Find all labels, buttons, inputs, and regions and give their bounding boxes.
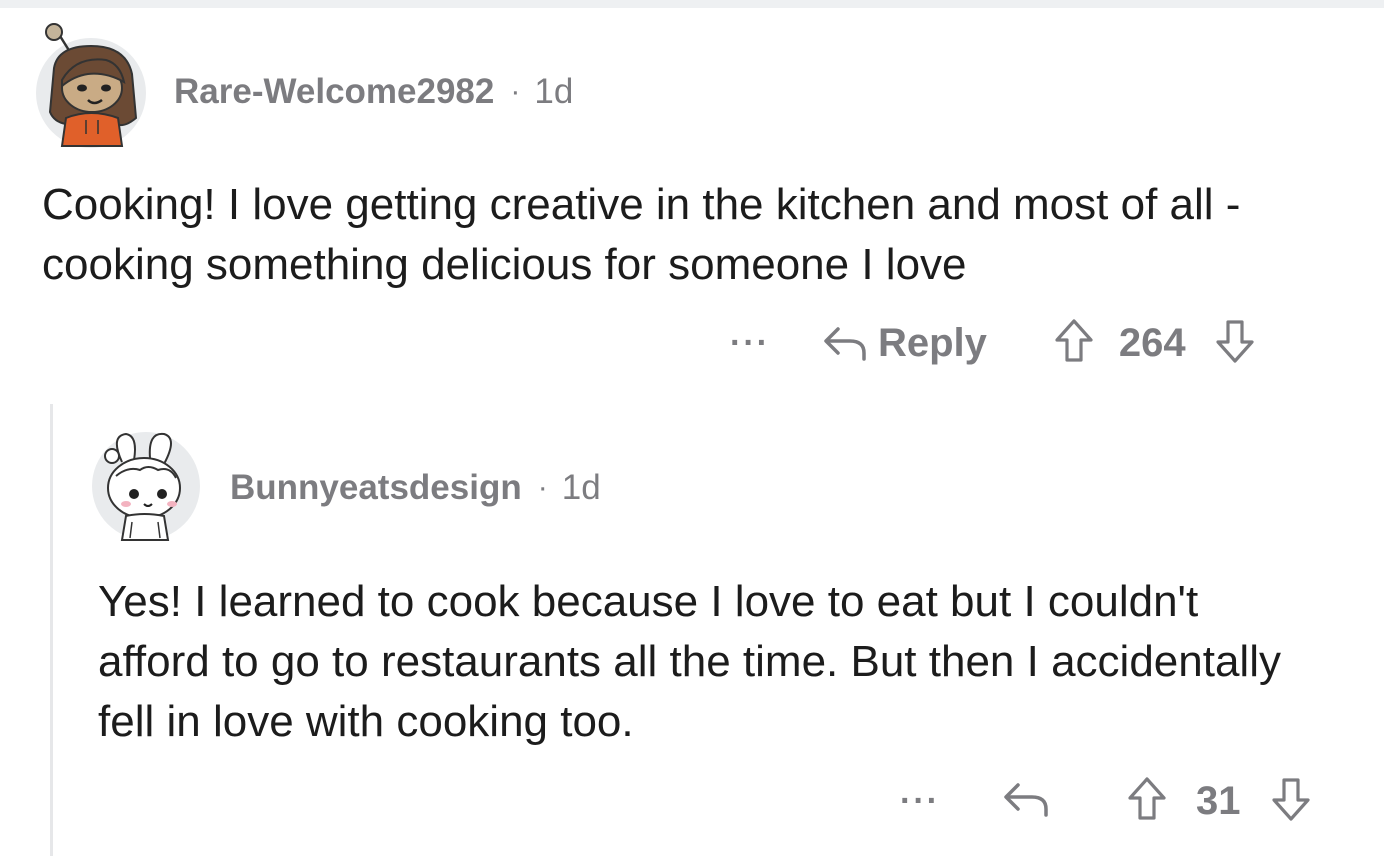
more-options-button[interactable]: ···: [900, 782, 940, 821]
vote-controls: 31: [1126, 776, 1313, 827]
comment-meta: Rare-Welcome2982 · 1d: [174, 70, 573, 114]
reply-label: Reply: [877, 320, 987, 365]
snoo-avatar-bunny-hood-icon: [104, 432, 181, 541]
comment-body: Yes! I learned to cook because I love to…: [98, 577, 1281, 746]
downvote-button[interactable]: [1214, 318, 1256, 369]
upvote-button[interactable]: [1126, 776, 1168, 827]
username[interactable]: Bunnyeatsdesign: [230, 468, 522, 508]
reply-button[interactable]: Reply: [822, 321, 987, 366]
upvote-arrow-icon: [1128, 776, 1166, 820]
reply-button[interactable]: [1000, 779, 1050, 824]
more-options-button[interactable]: ···: [730, 324, 770, 363]
reply-icon: [824, 327, 866, 361]
downvote-arrow-icon: [1272, 777, 1311, 821]
upvote-button[interactable]: [1053, 318, 1095, 369]
comment-meta: Bunnyeatsdesign · 1d: [230, 466, 601, 510]
downvote-button[interactable]: [1270, 776, 1312, 827]
comment-reply: Bunnyeatsdesign · 1d Yes! I learned to c…: [0, 400, 1384, 856]
vote-controls: 264: [1053, 318, 1256, 369]
comment-actions: ··· Reply 264: [730, 318, 1256, 368]
username[interactable]: Rare-Welcome2982: [174, 72, 494, 112]
comment-age: 1d: [534, 72, 574, 111]
reply-icon: [1004, 782, 1048, 817]
user-avatar[interactable]: [92, 432, 200, 541]
vote-score: 31: [1195, 778, 1241, 823]
snoo-avatar-girl-orange-hoodie-icon: [45, 23, 138, 147]
vote-score: 264: [1118, 320, 1186, 365]
upvote-arrow-icon: [1055, 318, 1093, 362]
comment-body: Cooking! I love getting creative in the …: [42, 180, 1241, 289]
downvote-arrow-icon: [1216, 319, 1254, 363]
user-avatar[interactable]: [36, 23, 146, 148]
comment: Rare-Welcome2982 · 1d Cooking! I love ge…: [0, 0, 1384, 400]
comment-age: 1d: [561, 468, 601, 507]
meta-separator: ·: [537, 471, 548, 504]
meta-separator: ·: [510, 75, 521, 108]
comment-actions: ··· 31: [900, 776, 1312, 826]
